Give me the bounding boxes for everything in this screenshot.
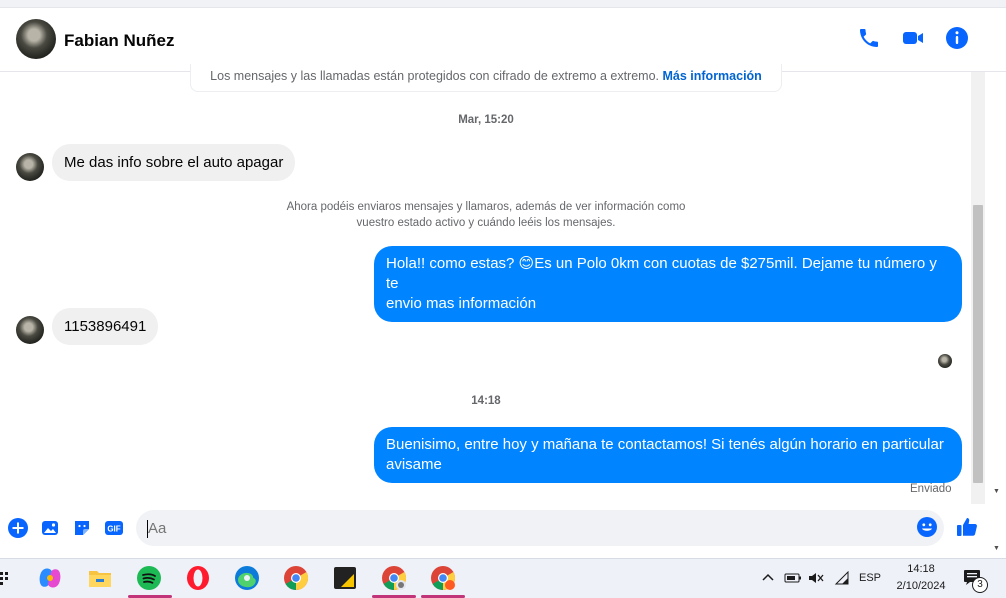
- edge-icon[interactable]: [234, 565, 260, 591]
- notification-count-badge: 3: [972, 577, 988, 593]
- info-icon[interactable]: [945, 26, 969, 50]
- gif-icon[interactable]: GIF: [104, 518, 124, 538]
- system-note-line: Ahora podéis enviaros mensajes y llamaro…: [286, 201, 686, 213]
- sticky-notes-icon[interactable]: [332, 565, 358, 591]
- spotify-icon[interactable]: [136, 565, 162, 591]
- encryption-notice-text: Los mensajes y las llamadas están proteg…: [210, 69, 660, 83]
- timestamp-divider: 14:18: [471, 395, 501, 407]
- plus-icon[interactable]: [8, 518, 28, 538]
- photo-icon[interactable]: [40, 518, 60, 538]
- more-info-link[interactable]: Más información: [663, 69, 762, 83]
- copilot-icon[interactable]: [37, 565, 63, 591]
- contact-name[interactable]: Fabian Nuñez: [64, 31, 175, 51]
- chat-header: Fabian Nuñez: [0, 8, 1006, 72]
- language-indicator[interactable]: ESP: [856, 572, 884, 584]
- message-line: envio mas información: [386, 295, 537, 312]
- clock-date[interactable]: 2/10/2024: [888, 580, 954, 592]
- phone-call-icon[interactable]: [857, 26, 881, 50]
- speaker-muted-icon[interactable]: [808, 571, 824, 585]
- file-explorer-icon[interactable]: [87, 565, 113, 591]
- svg-text:GIF: GIF: [107, 525, 120, 534]
- seen-indicator-avatar: [938, 354, 952, 368]
- incoming-message[interactable]: Me das info sobre el auto apagar: [52, 144, 296, 181]
- window-top-strip: [0, 0, 1006, 8]
- text-caret: [147, 520, 148, 538]
- outgoing-message[interactable]: Hola!! como estas? 😊Es un Polo 0km con c…: [374, 246, 962, 322]
- incoming-message[interactable]: 1153896491: [52, 308, 159, 345]
- scroll-down-arrow-icon[interactable]: ▼: [993, 545, 1000, 552]
- timestamp-divider: Mar, 15:20: [458, 114, 514, 126]
- chevron-up-icon[interactable]: [762, 572, 774, 584]
- system-note-line: vuestro estado activo y cuándo leéis los…: [356, 217, 616, 229]
- opera-icon[interactable]: [185, 565, 211, 591]
- thumbs-up-icon[interactable]: [955, 515, 979, 539]
- encryption-notice: Los mensajes y las llamadas están proteg…: [190, 64, 782, 92]
- message-composer: GIF: [0, 506, 1006, 550]
- system-note: Ahora podéis enviaros mensajes y llamaro…: [262, 199, 710, 231]
- chrome-profile-icon[interactable]: [381, 565, 407, 591]
- scrollbar-thumb[interactable]: [973, 205, 983, 483]
- messenger-window: Fabian Nuñez Los mensajes y las llamadas…: [0, 0, 1006, 558]
- windows-taskbar: ESP 14:18 2/10/2024: [0, 558, 1006, 598]
- message-avatar[interactable]: [16, 153, 44, 181]
- outgoing-message[interactable]: Buenisimo, entre hoy y mañana te contact…: [374, 427, 962, 483]
- clock-time[interactable]: 14:18: [888, 563, 954, 575]
- contact-avatar[interactable]: [16, 19, 56, 59]
- message-line: Buenisimo, entre hoy y mañana te contact…: [386, 436, 944, 453]
- scroll-down-arrow-icon[interactable]: ▼: [993, 488, 1000, 495]
- emoji-icon[interactable]: [916, 516, 938, 538]
- message-avatar[interactable]: [16, 316, 44, 344]
- chrome-profile-icon[interactable]: [430, 565, 456, 591]
- wifi-icon[interactable]: [834, 571, 850, 585]
- message-input[interactable]: [136, 510, 944, 546]
- video-call-icon[interactable]: [901, 26, 925, 50]
- message-line: avisame: [386, 456, 442, 473]
- task-view-icon[interactable]: [0, 571, 10, 587]
- message-line: Hola!! como estas? 😊Es un Polo 0km con c…: [386, 255, 937, 292]
- sticker-icon[interactable]: [72, 518, 92, 538]
- sent-status: Enviado: [910, 483, 952, 495]
- battery-icon[interactable]: [784, 572, 802, 584]
- chrome-icon[interactable]: [283, 565, 309, 591]
